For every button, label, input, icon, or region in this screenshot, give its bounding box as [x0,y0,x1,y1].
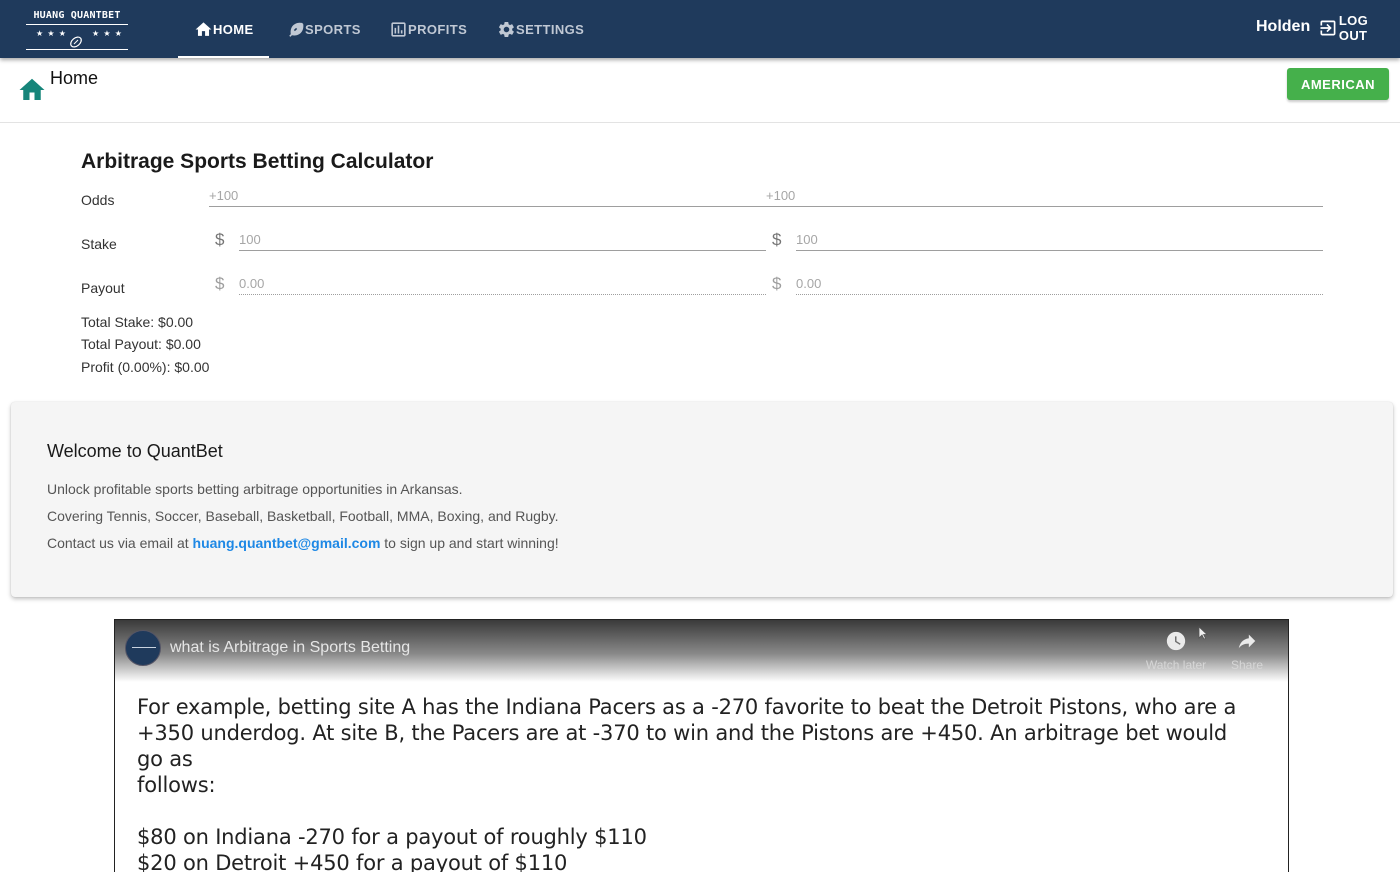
share-label: Share [1230,658,1264,672]
contact-prefix: Contact us via email at [47,535,193,551]
video-top-bar: what is Arbitrage in Sports Betting Watc… [115,620,1288,682]
share-button[interactable]: Share [1212,630,1282,672]
logout-button[interactable]: LOG OUT [1318,13,1400,43]
page-header: Home AMERICAN [0,58,1400,123]
channel-avatar[interactable] [125,630,161,666]
odds-1-field[interactable] [209,185,766,207]
nav-tab-home-label: HOME [213,21,254,37]
gear-icon [499,21,514,37]
dollar-icon: $ [215,274,225,293]
football-icon [289,22,304,37]
stake-1-input[interactable] [239,229,766,249]
video-text-line: follows: [137,773,216,797]
nav-tab-settings[interactable]: SETTINGS [497,0,584,58]
nav-tab-settings-label: SETTINGS [516,21,585,37]
profit: Profit (0.00%): $0.00 [81,359,210,375]
nav-tab-sports-label: SPORTS [305,21,361,37]
clock-icon [1166,631,1186,651]
welcome-card: Welcome to QuantBet Unlock profitable sp… [11,402,1393,597]
football-icon [70,36,82,48]
watch-later-label: Watch later [1145,658,1207,672]
stake-label: Stake [81,236,117,252]
payout-1-input [239,273,766,293]
nav-tab-profits[interactable]: PROFITS [389,0,467,58]
video-text-gap [137,798,1257,824]
nav-tab-sports[interactable]: SPORTS [286,0,361,58]
page-title: Home [50,68,99,88]
contact-suffix: to sign up and start winning! [380,535,559,551]
stake-2-input[interactable] [796,229,1323,249]
contact-email-link[interactable]: huang.quantbet@gmail.com [193,535,381,551]
payout-2-input [796,273,1323,293]
total-payout: Total Payout: $0.00 [81,336,201,352]
video-text-line: For example, betting site A has the Indi… [137,695,1237,719]
video-text-line: +350 underdog. At site B, the Pacers are… [137,721,1228,771]
dollar-icon: $ [772,230,782,249]
payout-2-field [796,273,1323,295]
dollar-icon: $ [772,274,782,293]
odds-format-button[interactable]: AMERICAN [1287,68,1389,100]
calculator-title: Arbitrage Sports Betting Calculator [81,150,434,173]
payout-label: Payout [81,280,125,296]
avatar-mark [132,647,156,648]
logo-stars-left: ★ ★ ★ [36,29,67,38]
logo-divider [26,24,128,25]
logout-label: LOG OUT [1338,13,1368,43]
mouse-cursor-icon [1198,626,1208,640]
video-frame-text: For example, betting site A has the Indi… [137,694,1257,872]
odds-2-field[interactable] [766,185,1323,207]
logo-underline [26,49,128,50]
share-icon [1238,634,1256,649]
welcome-line-3: Contact us via email at huang.quantbet@g… [47,535,559,551]
home-icon [19,78,45,100]
welcome-line-2: Covering Tennis, Soccer, Baseball, Baske… [47,508,559,524]
top-navbar: HUANG QUANTBET ★ ★ ★ ★ ★ ★ HOME SPORTS P… [0,0,1400,58]
logout-icon [1320,20,1336,36]
video-title[interactable]: what is Arbitrage in Sports Betting [170,639,410,657]
home-icon [195,21,212,36]
odds-1-input[interactable] [209,185,766,205]
welcome-line-1: Unlock profitable sports betting arbitra… [47,481,463,497]
payout-1-field [239,273,766,295]
embedded-video[interactable]: For example, betting site A has the Indi… [114,619,1289,872]
video-text-line: $80 on Indiana -270 for a payout of roug… [137,825,647,849]
odds-2-input[interactable] [766,185,1323,205]
user-name: Holden [1256,18,1311,35]
dollar-icon: $ [215,230,225,249]
nav-tab-profits-label: PROFITS [408,21,468,37]
bar-chart-icon [391,21,406,37]
brand-logo[interactable]: HUANG QUANTBET ★ ★ ★ ★ ★ ★ [26,8,128,50]
odds-label: Odds [81,192,115,208]
welcome-title: Welcome to QuantBet [47,441,223,461]
total-stake: Total Stake: $0.00 [81,314,194,330]
nav-tab-home[interactable]: HOME [178,0,269,58]
brand-name: HUANG QUANTBET [33,10,121,21]
video-text-line: $20 on Detroit +450 for a payout of $110 [137,851,568,872]
logo-stars-right: ★ ★ ★ [92,29,123,38]
stake-1-field[interactable] [239,229,766,251]
stake-2-field[interactable] [796,229,1323,251]
